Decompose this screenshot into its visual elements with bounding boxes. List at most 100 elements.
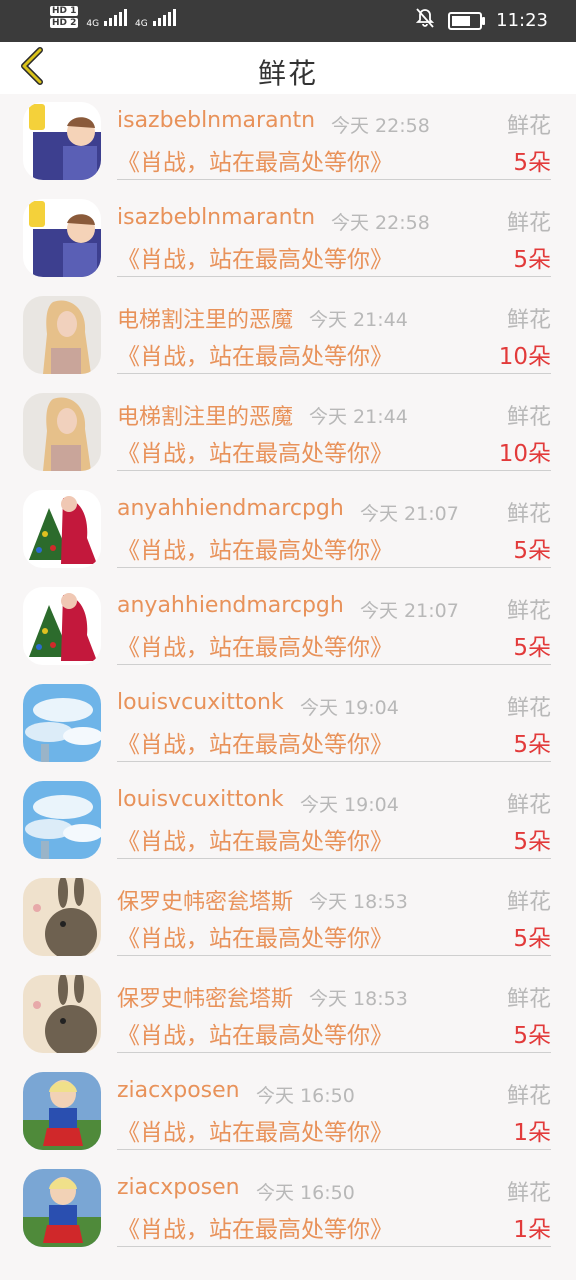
list-item[interactable]: isazbeblnmarantn 今天 22:58 鲜花 《肖战，站在最高处等你》 5朵 bbox=[0, 94, 576, 191]
gift-type-label: 鲜花 bbox=[506, 599, 551, 624]
row-divider bbox=[117, 1052, 551, 1053]
row-divider bbox=[117, 858, 551, 859]
timestamp: 今天 21:44 bbox=[309, 406, 408, 428]
avatar[interactable] bbox=[23, 684, 101, 762]
avatar[interactable] bbox=[23, 199, 101, 277]
list-item[interactable]: anyahhiendmarcpgh 今天 21:07 鲜花 《肖战，站在最高处等你》 5… bbox=[0, 482, 576, 579]
gift-type-label: 鲜花 bbox=[506, 1181, 551, 1206]
avatar[interactable] bbox=[23, 1072, 101, 1150]
gift-target-title[interactable]: 《肖战，站在最高处等你》 bbox=[117, 531, 393, 565]
list-item[interactable]: 电梯割注里的恶魔 今天 21:44 鲜花《肖战，站在最高处等你》 10朵 bbox=[0, 288, 576, 385]
row-divider bbox=[117, 470, 551, 471]
gift-type-label: 鲜花 bbox=[506, 890, 551, 915]
sender-name[interactable]: 电梯割注里的恶魔 bbox=[117, 302, 293, 334]
signal-1: 4G bbox=[86, 8, 127, 29]
list-item[interactable]: isazbeblnmarantn 今天 22:58 鲜花 《肖战，站在最高处等你》 5朵 bbox=[0, 191, 576, 288]
row-divider bbox=[117, 179, 551, 180]
timestamp: 今天 19:04 bbox=[300, 794, 399, 816]
gift-target-title[interactable]: 《肖战，站在最高处等你》 bbox=[117, 434, 393, 468]
signal-bars-icon bbox=[103, 8, 127, 26]
timestamp: 今天 21:44 bbox=[309, 309, 408, 331]
avatar[interactable] bbox=[23, 975, 101, 1053]
signal-area: HD 1 HD 2 4G 4G bbox=[50, 6, 176, 30]
timestamp: 今天 18:53 bbox=[309, 988, 408, 1010]
row-divider bbox=[117, 373, 551, 374]
flower-count: 5朵 bbox=[513, 926, 551, 952]
list-item[interactable]: 电梯割注里的恶魔 今天 21:44 鲜花 《肖战，站在最高处等你》 10朵 bbox=[0, 385, 576, 482]
list-item[interactable]: 保罗史帏密瓮塔斯 今天 18:53 鲜花《肖战，站在最高处等你》 5朵 bbox=[0, 870, 576, 967]
battery-icon bbox=[448, 11, 486, 30]
avatar[interactable] bbox=[23, 296, 101, 374]
gift-target-title[interactable]: 《肖战，站在最高处等你》 bbox=[117, 919, 393, 953]
sender-name[interactable]: anyahhiendmarcpgh bbox=[117, 593, 344, 618]
list-item[interactable]: louisvcuxittonk 今天 19:04 鲜花《肖战，站在最高处等你》 5朵 bbox=[0, 676, 576, 773]
header-bar: 鲜花 bbox=[0, 42, 576, 94]
gift-target-title[interactable]: 《肖战，站在最高处等你》 bbox=[117, 1113, 393, 1147]
gift-target-title[interactable]: 《肖战，站在最高处等你》 bbox=[117, 1210, 393, 1244]
flower-count: 5朵 bbox=[513, 635, 551, 661]
row-divider bbox=[117, 276, 551, 277]
sender-name[interactable]: ziacxposen bbox=[117, 1078, 240, 1103]
hd2-label: HD 2 bbox=[50, 18, 79, 28]
row-divider bbox=[117, 1246, 551, 1247]
avatar[interactable] bbox=[23, 102, 101, 180]
row-divider bbox=[117, 567, 551, 568]
avatar[interactable] bbox=[23, 878, 101, 956]
flower-count: 1朵 bbox=[513, 1120, 551, 1146]
gift-target-title[interactable]: 《肖战，站在最高处等你》 bbox=[117, 725, 393, 759]
sender-name[interactable]: ziacxposen bbox=[117, 1175, 240, 1200]
gift-type-label: 鲜花 bbox=[506, 308, 551, 333]
flower-count: 10朵 bbox=[498, 441, 551, 467]
gift-type-label: 鲜花 bbox=[506, 696, 551, 721]
clock: 11:23 bbox=[496, 10, 548, 31]
sender-name[interactable]: 电梯割注里的恶魔 bbox=[117, 399, 293, 431]
timestamp: 今天 22:58 bbox=[331, 212, 430, 234]
gift-target-title[interactable]: 《肖战，站在最高处等你》 bbox=[117, 143, 393, 177]
row-divider bbox=[117, 761, 551, 762]
flower-count: 5朵 bbox=[513, 732, 551, 758]
list-item[interactable]: ziacxposen 今天 16:50 鲜花《肖战，站在最高处等你》 1朵 bbox=[0, 1161, 576, 1258]
status-right: 11:23 bbox=[415, 8, 548, 33]
avatar[interactable] bbox=[23, 490, 101, 568]
sender-name[interactable]: 保罗史帏密瓮塔斯 bbox=[117, 884, 293, 916]
flower-count: 10朵 bbox=[498, 344, 551, 370]
avatar[interactable] bbox=[23, 1169, 101, 1247]
gift-target-title[interactable]: 《肖战，站在最高处等你》 bbox=[117, 1016, 393, 1050]
sender-name[interactable]: isazbeblnmarantn bbox=[117, 108, 315, 133]
gift-type-label: 鲜花 bbox=[506, 502, 551, 527]
gift-target-title[interactable]: 《肖战，站在最高处等你》 bbox=[117, 822, 393, 856]
flower-count: 5朵 bbox=[513, 247, 551, 273]
timestamp: 今天 22:58 bbox=[331, 115, 430, 137]
hd1-label: HD 1 bbox=[50, 6, 79, 16]
gift-type-label: 鲜花 bbox=[506, 114, 551, 139]
timestamp: 今天 16:50 bbox=[256, 1182, 355, 1204]
timestamp: 今天 18:53 bbox=[309, 891, 408, 913]
gift-target-title[interactable]: 《肖战，站在最高处等你》 bbox=[117, 337, 393, 371]
list-item[interactable]: ziacxposen 今天 16:50 鲜花《肖战，站在最高处等你》 1朵 bbox=[0, 1064, 576, 1161]
gift-type-label: 鲜花 bbox=[506, 1084, 551, 1109]
list-item[interactable]: 保罗史帏密瓮塔斯 今天 18:53 鲜花 《肖战，站在最高处等你》 5朵 bbox=[0, 967, 576, 1064]
flower-gift-list: isazbeblnmarantn 今天 22:58 鲜花 《肖战，站在最高处等你》 5朵… bbox=[0, 94, 576, 1258]
sender-name[interactable]: louisvcuxittonk bbox=[117, 787, 284, 812]
network-type-2: 4G bbox=[134, 18, 148, 29]
avatar[interactable] bbox=[23, 587, 101, 665]
timestamp: 今天 19:04 bbox=[300, 697, 399, 719]
sender-name[interactable]: isazbeblnmarantn bbox=[117, 205, 315, 230]
sender-name[interactable]: louisvcuxittonk bbox=[117, 690, 284, 715]
row-divider bbox=[117, 955, 551, 956]
avatar[interactable] bbox=[23, 393, 101, 471]
avatar[interactable] bbox=[23, 781, 101, 859]
gift-type-label: 鲜花 bbox=[506, 793, 551, 818]
flower-count: 5朵 bbox=[513, 829, 551, 855]
list-item[interactable]: anyahhiendmarcpgh 今天 21:07 鲜花 《肖战，站在最高处等你》 5… bbox=[0, 579, 576, 676]
signal-bars-icon bbox=[152, 8, 176, 26]
sender-name[interactable]: 保罗史帏密瓮塔斯 bbox=[117, 981, 293, 1013]
gift-target-title[interactable]: 《肖战，站在最高处等你》 bbox=[117, 628, 393, 662]
timestamp: 今天 16:50 bbox=[256, 1085, 355, 1107]
timestamp: 今天 21:07 bbox=[360, 503, 459, 525]
flower-count: 5朵 bbox=[513, 1023, 551, 1049]
list-item[interactable]: louisvcuxittonk 今天 19:04 鲜花《肖战，站在最高处等你》 5朵 bbox=[0, 773, 576, 870]
sender-name[interactable]: anyahhiendmarcpgh bbox=[117, 496, 344, 521]
flower-count: 1朵 bbox=[513, 1217, 551, 1243]
gift-target-title[interactable]: 《肖战，站在最高处等你》 bbox=[117, 240, 393, 274]
